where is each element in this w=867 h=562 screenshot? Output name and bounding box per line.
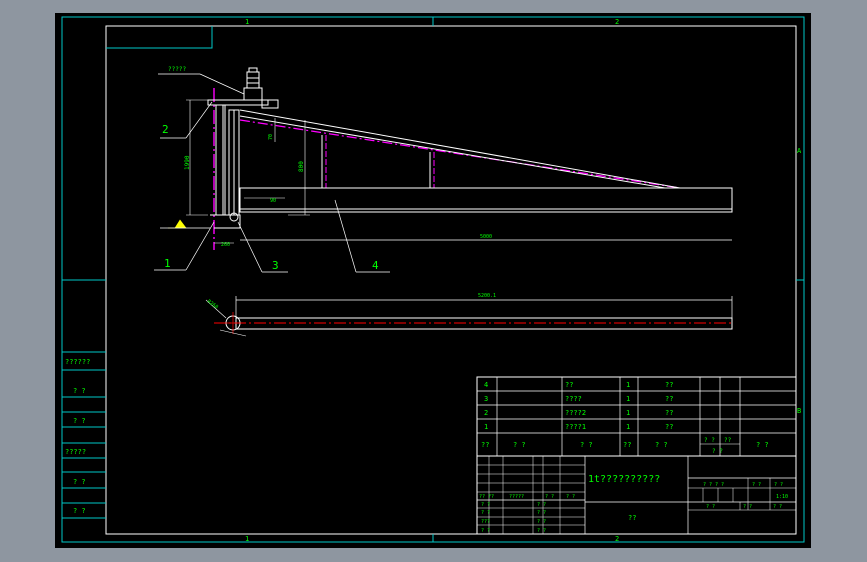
zone-mark-bottom-left: 1 [245,535,249,543]
bom-qty: 1 [626,381,630,389]
sheet-a: ? ? [706,504,715,510]
sign-6: ? ? [537,519,546,525]
bom-name: ???? [565,395,582,403]
dim-plan: 5200.1 [478,293,496,299]
company-name: ?? [628,514,636,522]
bom-header-code: ? ? [513,441,526,449]
drawing-sheet [55,13,811,548]
bom-no: 1 [484,423,488,431]
bom-qty: 1 [626,409,630,417]
bom-header-qty: ?? [623,441,631,449]
bom-qty: 1 [626,423,630,431]
left-block-row-1: ?????? [65,358,90,366]
dim-height-right: 800 [298,161,305,172]
left-block-row-5: ? ? [73,478,86,486]
bom-no: 2 [484,409,488,417]
zone-mark-bottom-right: 2 [615,535,619,543]
bom-material: ?? [665,423,673,431]
dim-small-mid: 90 [270,198,276,204]
cad-drawing-canvas: 1 2 1 2 A B 1990 800 70 90 260 5000 ????… [55,13,811,548]
title-row-c: ? ? [545,494,554,500]
scale-value: 1:10 [776,494,788,500]
bom-no: 4 [484,381,488,389]
zone-mark-right-b: B [797,407,801,415]
callout-3: 3 [272,259,279,272]
bom-header-unit: ? ? [704,437,715,444]
sheet-b: ? ? [743,504,752,510]
title-row-d: ? ? [566,494,575,500]
dim-small-top: 70 [268,134,274,140]
left-block-row-3: ? ? [73,417,86,425]
stage-label: ? ? ? ? [703,482,724,488]
callout-1: 1 [164,257,171,270]
bom-header-mat: ? ? [655,441,668,449]
left-block-row-2: ? ? [73,387,86,395]
sign-2: ? ? [537,502,546,508]
bom-name: ?? [565,381,573,389]
left-block-row-4: ????? [65,448,86,456]
dim-height-left: 1990 [184,155,191,170]
bom-material: ?? [665,395,673,403]
scale-label: ? ? [774,482,783,488]
title-row-b: ????? [509,494,524,500]
bom-name: ????2 [565,409,586,417]
bom-header-weight: ? ? [712,448,723,455]
bom-name: ????1 [565,423,586,431]
sign-4: ? ? [537,510,546,516]
zone-mark-top-right: 2 [615,18,619,26]
dim-base: 260 [221,242,230,248]
left-block-row-6: ? ? [73,507,86,515]
sign-1: ? ? [481,502,490,508]
sign-3: ? ? [481,510,490,516]
bom-qty: 1 [626,395,630,403]
bom-no: 3 [484,395,488,403]
bom-header-total: ?? [724,437,732,444]
dim-span: 5000 [480,234,492,240]
bom-material: ?? [665,381,673,389]
callout-2: 2 [162,123,169,136]
zone-mark-top-left: 1 [245,18,249,26]
sheet-c: ? ? [773,504,782,510]
sign-7: ? ? [481,528,490,534]
callout-4: 4 [372,259,379,272]
sign-5: ??? [481,519,490,525]
sign-8: ? ? [537,528,546,534]
title-row-a: ?? ?? [479,494,494,500]
bom-material: ?? [665,409,673,417]
bom-header-note: ? ? [756,441,769,449]
drawing-title: 1t?????????? [588,474,660,485]
motor-note: ????? [168,66,186,73]
bom-header-name: ? ? [580,441,593,449]
bom-header-no: ?? [481,441,489,449]
weight-label: ? ? [752,482,761,488]
